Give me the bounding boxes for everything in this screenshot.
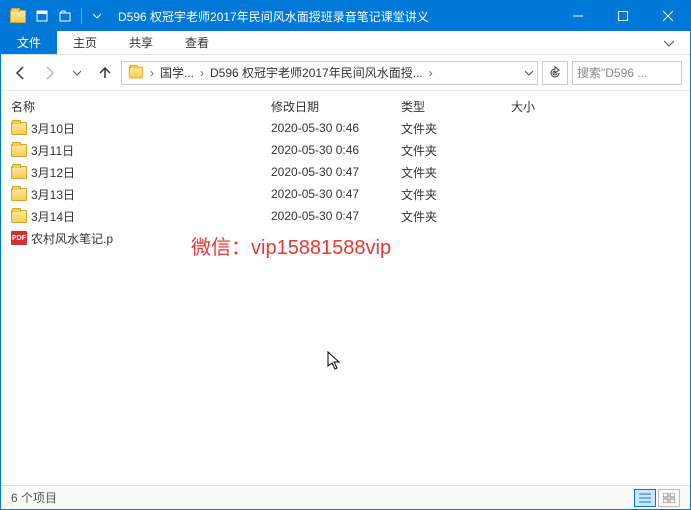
minimize-button[interactable] [555, 1, 600, 31]
view-icons-button[interactable] [658, 489, 680, 507]
window-title: D596 权冠宇老师2017年民间风水面授班录音笔记课堂讲义 [114, 8, 555, 25]
tab-share[interactable]: 共享 [113, 31, 169, 54]
tab-view[interactable]: 查看 [169, 31, 225, 54]
breadcrumb-seg[interactable]: D596 权冠宇老师2017年民间风水面授... [206, 64, 427, 81]
qat-newfolder-icon[interactable] [55, 5, 77, 27]
chevron-right-icon[interactable]: › [198, 66, 206, 80]
ribbon: 文件 主页 共享 查看 [1, 31, 690, 55]
search-input[interactable]: 搜索"D596 ... [572, 61, 682, 85]
title-bar: D596 权冠宇老师2017年民间风水面授班录音笔记课堂讲义 [1, 1, 690, 31]
cell-type: 文件夹 [401, 142, 511, 159]
table-row[interactable]: 3月12日2020-05-30 0:47文件夹 [11, 161, 680, 183]
folder-icon [11, 166, 27, 179]
chevron-right-icon[interactable]: › [427, 66, 435, 80]
cell-date: 2020-05-30 0:47 [271, 165, 401, 179]
up-button[interactable] [93, 61, 117, 85]
cursor-icon [327, 351, 343, 371]
close-button[interactable] [645, 1, 690, 31]
search-placeholder: 搜索"D596 ... [577, 64, 677, 81]
cell-date: 2020-05-30 0:47 [271, 187, 401, 201]
table-row[interactable]: 3月13日2020-05-30 0:47文件夹 [11, 183, 680, 205]
folder-icon [11, 144, 27, 157]
address-bar[interactable]: › 国学... › D596 权冠宇老师2017年民间风水面授... › [121, 61, 538, 85]
breadcrumb-seg[interactable]: 国学... [156, 64, 198, 81]
ribbon-expand-icon[interactable] [648, 31, 690, 54]
col-type[interactable]: 类型 [401, 98, 511, 115]
forward-button[interactable] [37, 61, 61, 85]
qat-dropdown-icon[interactable] [86, 5, 108, 27]
folder-icon [11, 210, 27, 223]
cell-name: 3月11日 [11, 142, 271, 159]
status-count: 6 个项目 [11, 489, 632, 506]
app-icon [7, 5, 29, 27]
cell-name: 3月12日 [11, 164, 271, 181]
status-bar: 6 个项目 [1, 485, 690, 509]
cell-name: 3月13日 [11, 186, 271, 203]
table-row[interactable]: 3月14日2020-05-30 0:47文件夹 [11, 205, 680, 227]
tab-file[interactable]: 文件 [1, 31, 57, 54]
table-row[interactable]: 3月11日2020-05-30 0:46文件夹 [11, 139, 680, 161]
cell-type: 文件夹 [401, 186, 511, 203]
table-row[interactable]: 3月10日2020-05-30 0:46文件夹 [11, 117, 680, 139]
back-button[interactable] [9, 61, 33, 85]
folder-icon [124, 66, 148, 79]
qat-properties-icon[interactable] [31, 5, 53, 27]
cell-name: PDF农村风水笔记.p [11, 230, 271, 247]
pdf-icon: PDF [11, 231, 27, 245]
table-row[interactable]: PDF农村风水笔记.p [11, 227, 680, 249]
refresh-button[interactable] [542, 61, 568, 85]
cell-type: 文件夹 [401, 208, 511, 225]
address-dropdown-icon[interactable] [523, 69, 535, 77]
col-size[interactable]: 大小 [511, 98, 571, 115]
nav-bar: › 国学... › D596 权冠宇老师2017年民间风水面授... › 搜索"… [1, 55, 690, 91]
col-date[interactable]: 修改日期 [271, 98, 401, 115]
col-name[interactable]: 名称 [11, 98, 271, 115]
cell-date: 2020-05-30 0:46 [271, 121, 401, 135]
recent-dropdown-icon[interactable] [65, 61, 89, 85]
cell-date: 2020-05-30 0:46 [271, 143, 401, 157]
cell-name: 3月10日 [11, 120, 271, 137]
tab-home[interactable]: 主页 [57, 31, 113, 54]
chevron-right-icon[interactable]: › [148, 66, 156, 80]
cell-type: 文件夹 [401, 164, 511, 181]
file-list: 名称 修改日期 类型 大小 3月10日2020-05-30 0:46文件夹3月1… [1, 91, 690, 485]
folder-icon [11, 188, 27, 201]
view-details-button[interactable] [634, 489, 656, 507]
folder-icon [11, 122, 27, 135]
cell-name: 3月14日 [11, 208, 271, 225]
maximize-button[interactable] [600, 1, 645, 31]
cell-type: 文件夹 [401, 120, 511, 137]
cell-date: 2020-05-30 0:47 [271, 209, 401, 223]
column-headers: 名称 修改日期 类型 大小 [1, 91, 690, 117]
